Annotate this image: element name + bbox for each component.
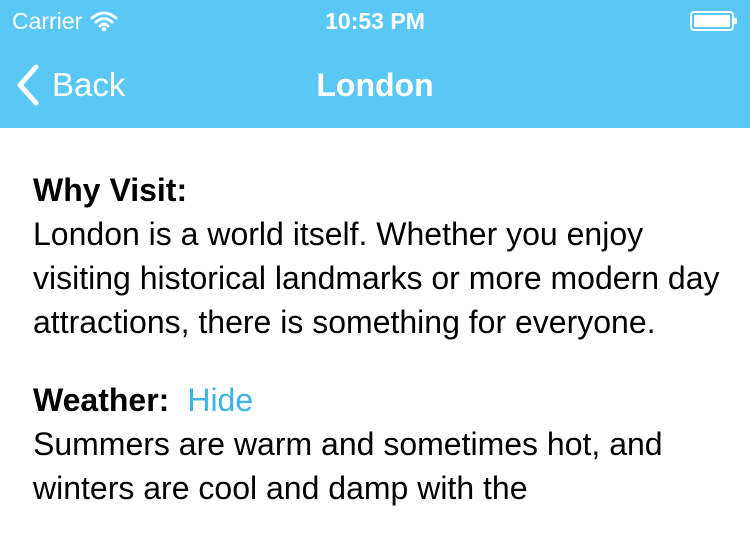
weather-section: Weather: Hide Summers are warm and somet… xyxy=(33,378,723,510)
app-screen: Carrier 10:53 PM Back London Why Visit: xyxy=(0,0,750,533)
status-time: 10:53 PM xyxy=(325,8,425,34)
weather-heading-row: Weather: Hide xyxy=(33,378,723,422)
why-visit-heading: Why Visit: xyxy=(33,172,188,208)
battery-icon xyxy=(690,11,737,31)
why-visit-section: Why Visit: London is a world itself. Whe… xyxy=(33,168,723,344)
why-visit-text: London is a world itself. Whether you en… xyxy=(33,216,720,340)
content-area: Why Visit: London is a world itself. Whe… xyxy=(33,168,723,510)
weather-heading: Weather: xyxy=(33,382,170,418)
hide-weather-button[interactable]: Hide xyxy=(187,378,253,422)
weather-text: Summers are warm and sometimes hot, and … xyxy=(33,426,663,506)
navigation-header: Carrier 10:53 PM Back London xyxy=(0,0,750,128)
page-title: London xyxy=(316,67,434,103)
